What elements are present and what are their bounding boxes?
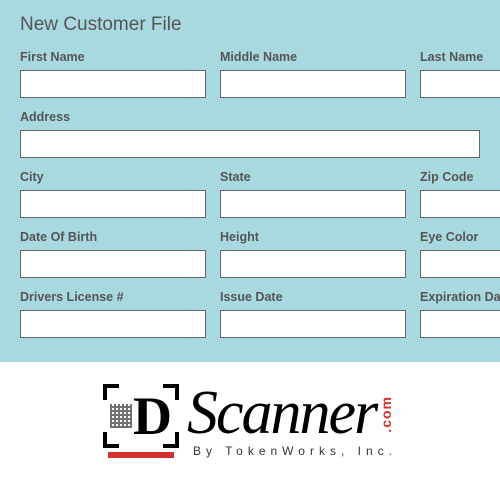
field-exp-date: Expiration Date <box>420 290 500 338</box>
field-city: City <box>20 170 206 218</box>
label-eye-color: Eye Color <box>420 230 500 244</box>
row-license: Drivers License # Issue Date Expiration … <box>20 290 480 338</box>
customer-form-panel: New Customer File First Name Middle Name… <box>0 0 500 362</box>
input-city[interactable] <box>20 190 206 218</box>
input-zip[interactable] <box>420 190 500 218</box>
label-middle-name: Middle Name <box>220 50 406 64</box>
input-height[interactable] <box>220 250 406 278</box>
input-state[interactable] <box>220 190 406 218</box>
row-address: Address <box>20 110 480 158</box>
field-middle-name: Middle Name <box>220 50 406 98</box>
dotcom-text: .com <box>378 396 394 433</box>
label-city: City <box>20 170 206 184</box>
label-issue-date: Issue Date <box>220 290 406 304</box>
label-address: Address <box>20 110 480 124</box>
qr-code-icon <box>110 404 132 428</box>
row-name: First Name Middle Name Last Name <box>20 50 480 98</box>
byline-text: By TokenWorks, Inc. <box>193 444 397 458</box>
input-dl[interactable] <box>20 310 206 338</box>
input-address[interactable] <box>20 130 480 158</box>
field-dob: Date Of Birth <box>20 230 206 278</box>
label-zip: Zip Code <box>420 170 500 184</box>
form-title: New Customer File <box>20 14 480 36</box>
label-first-name: First Name <box>20 50 206 64</box>
row-city-state-zip: City State Zip Code <box>20 170 480 218</box>
field-state: State <box>220 170 406 218</box>
label-exp-date: Expiration Date <box>420 290 500 304</box>
field-zip: Zip Code <box>420 170 500 218</box>
label-height: Height <box>220 230 406 244</box>
field-dl: Drivers License # <box>20 290 206 338</box>
input-first-name[interactable] <box>20 70 206 98</box>
logo-area: D Scanner .com By TokenWorks, Inc. <box>0 362 500 470</box>
input-dob[interactable] <box>20 250 206 278</box>
field-issue-date: Issue Date <box>220 290 406 338</box>
logo-letter: D <box>133 389 172 443</box>
scanner-wordmark: Scanner .com By TokenWorks, Inc. <box>187 386 397 458</box>
field-address: Address <box>20 110 480 158</box>
input-issue-date[interactable] <box>220 310 406 338</box>
red-underline-icon <box>108 452 174 458</box>
scanner-text: Scanner <box>187 386 376 442</box>
scanner-main-row: Scanner .com <box>187 386 397 442</box>
label-dl: Drivers License # <box>20 290 206 304</box>
input-last-name[interactable] <box>420 70 500 98</box>
label-state: State <box>220 170 406 184</box>
field-last-name: Last Name <box>420 50 500 98</box>
field-eye-color: Eye Color <box>420 230 500 278</box>
field-height: Height <box>220 230 406 278</box>
input-middle-name[interactable] <box>220 70 406 98</box>
input-eye-color[interactable] <box>420 250 500 278</box>
id-badge-icon: D <box>103 384 179 460</box>
input-exp-date[interactable] <box>420 310 500 338</box>
field-first-name: First Name <box>20 50 206 98</box>
label-dob: Date Of Birth <box>20 230 206 244</box>
row-physical: Date Of Birth Height Eye Color Gender <box>20 230 480 278</box>
id-badge-content: D <box>110 392 172 440</box>
label-last-name: Last Name <box>420 50 500 64</box>
